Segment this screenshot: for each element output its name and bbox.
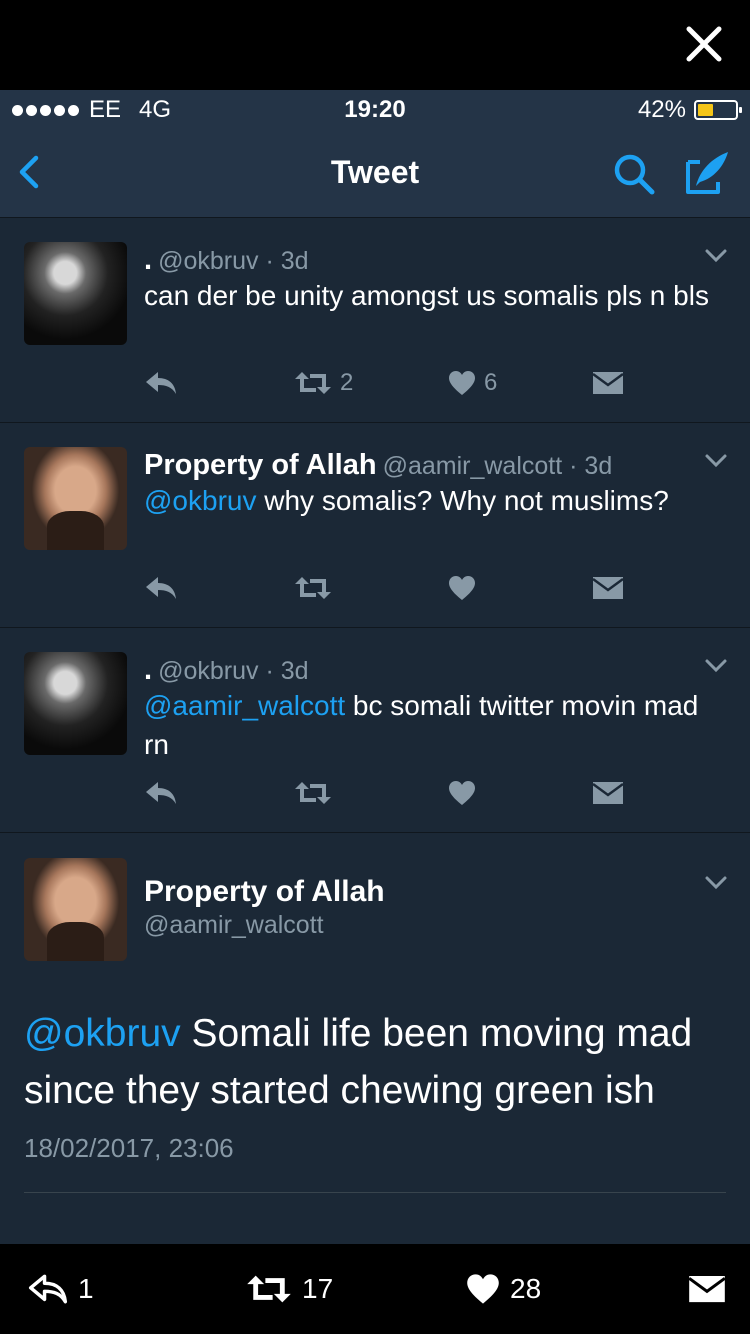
- status-bar: EE 4G 19:20 42%: [0, 90, 750, 130]
- tweet-age: · 3d: [265, 247, 309, 275]
- mention-link[interactable]: @okbruv: [24, 1012, 181, 1055]
- tweet-text: @okbruv why somalis? Why not muslims?: [144, 481, 724, 520]
- like-count: 28: [510, 1273, 542, 1304]
- envelope-icon: [592, 577, 624, 599]
- like-count: 6: [484, 369, 498, 396]
- tweet-handle[interactable]: @okbruv: [158, 247, 258, 275]
- retweet-button[interactable]: 17: [246, 1268, 333, 1310]
- like-button[interactable]: [448, 571, 476, 605]
- retweet-icon: [295, 577, 331, 599]
- chevron-down-icon[interactable]: [704, 248, 728, 264]
- tweet-author-name[interactable]: Property of Allah: [144, 875, 385, 909]
- avatar[interactable]: [24, 652, 127, 755]
- viewer-action-bar: 1 17 28: [0, 1244, 750, 1334]
- envelope-icon: [592, 782, 624, 804]
- search-icon[interactable]: [610, 150, 658, 198]
- twitter-screen: EE 4G 19:20 42% Tweet . @okbruv · 3d can…: [0, 90, 750, 1244]
- direct-message-button[interactable]: [592, 366, 624, 400]
- direct-message-button[interactable]: [592, 571, 624, 605]
- tweet-body: why somalis? Why not muslims?: [256, 485, 669, 516]
- retweet-button[interactable]: 2: [294, 366, 353, 400]
- heart-icon: [467, 1274, 499, 1304]
- retweet-button[interactable]: [294, 776, 332, 810]
- tweet-author-name[interactable]: .: [144, 654, 152, 686]
- reply-button[interactable]: [144, 571, 178, 605]
- direct-message-button[interactable]: [592, 776, 624, 810]
- avatar[interactable]: [24, 447, 127, 550]
- tweet-timestamp: 18/02/2017, 23:06: [24, 1133, 234, 1163]
- chevron-down-icon[interactable]: [704, 875, 728, 891]
- tweet-handle[interactable]: @aamir_walcott: [383, 452, 563, 480]
- reply-button[interactable]: [144, 366, 178, 400]
- tweet-item[interactable]: . @okbruv · 3d can der be unity amongst u…: [0, 218, 750, 423]
- envelope-icon: [688, 1275, 726, 1303]
- direct-message-button[interactable]: [688, 1268, 726, 1310]
- mention-link[interactable]: @aamir_walcott: [144, 690, 345, 721]
- tweet-age: · 3d: [569, 452, 613, 480]
- reply-icon: [146, 782, 176, 804]
- tweet-text: @aamir_walcott bc somali twitter movin m…: [144, 686, 724, 764]
- like-button[interactable]: 6: [448, 366, 497, 400]
- reply-icon: [146, 577, 176, 599]
- tweet-handle[interactable]: @aamir_walcott: [144, 911, 324, 940]
- chevron-down-icon[interactable]: [704, 453, 728, 469]
- tweet-author-name[interactable]: .: [144, 244, 152, 276]
- tweet-handle[interactable]: @okbruv: [158, 657, 258, 685]
- viewer-top-bar: [0, 0, 750, 90]
- tweet-author-name[interactable]: Property of Allah: [144, 449, 377, 481]
- tweet-text: can der be unity amongst us somalis pls …: [144, 280, 709, 311]
- heart-icon: [449, 371, 475, 395]
- tweet-age: · 3d: [265, 657, 309, 685]
- chevron-down-icon[interactable]: [704, 658, 728, 674]
- focused-tweet: Property of Allah @aamir_walcott @okbruv…: [0, 833, 750, 1244]
- divider: [24, 1192, 726, 1193]
- tweet-item[interactable]: Property of Allah @aamir_walcott · 3d @ok…: [0, 423, 750, 628]
- retweet-icon: [295, 372, 331, 394]
- reply-button[interactable]: [144, 776, 178, 810]
- like-button[interactable]: 28: [466, 1268, 541, 1310]
- retweet-count: 2: [340, 369, 354, 396]
- reply-button[interactable]: 1: [28, 1268, 94, 1310]
- battery-icon: [694, 100, 742, 120]
- battery-percent: 42%: [637, 96, 686, 123]
- reply-icon: [146, 372, 176, 394]
- heart-icon: [449, 781, 475, 805]
- retweet-count: 17: [302, 1273, 334, 1304]
- close-icon[interactable]: [684, 24, 724, 64]
- tweet-text: @okbruv Somali life been moving mad sinc…: [24, 1005, 724, 1119]
- heart-icon: [449, 576, 475, 600]
- retweet-icon: [247, 1275, 291, 1303]
- avatar[interactable]: [24, 858, 127, 961]
- compose-icon[interactable]: [682, 148, 732, 198]
- nav-bar: Tweet: [0, 130, 750, 218]
- reply-count: 1: [78, 1273, 94, 1304]
- like-button[interactable]: [448, 776, 476, 810]
- mention-link[interactable]: @okbruv: [144, 485, 256, 516]
- tweet-item[interactable]: . @okbruv · 3d @aamir_walcott bc somali t…: [0, 628, 750, 833]
- reply-icon: [28, 1274, 68, 1304]
- retweet-button[interactable]: [294, 571, 332, 605]
- envelope-icon: [592, 372, 624, 394]
- avatar[interactable]: [24, 242, 127, 345]
- retweet-icon: [295, 782, 331, 804]
